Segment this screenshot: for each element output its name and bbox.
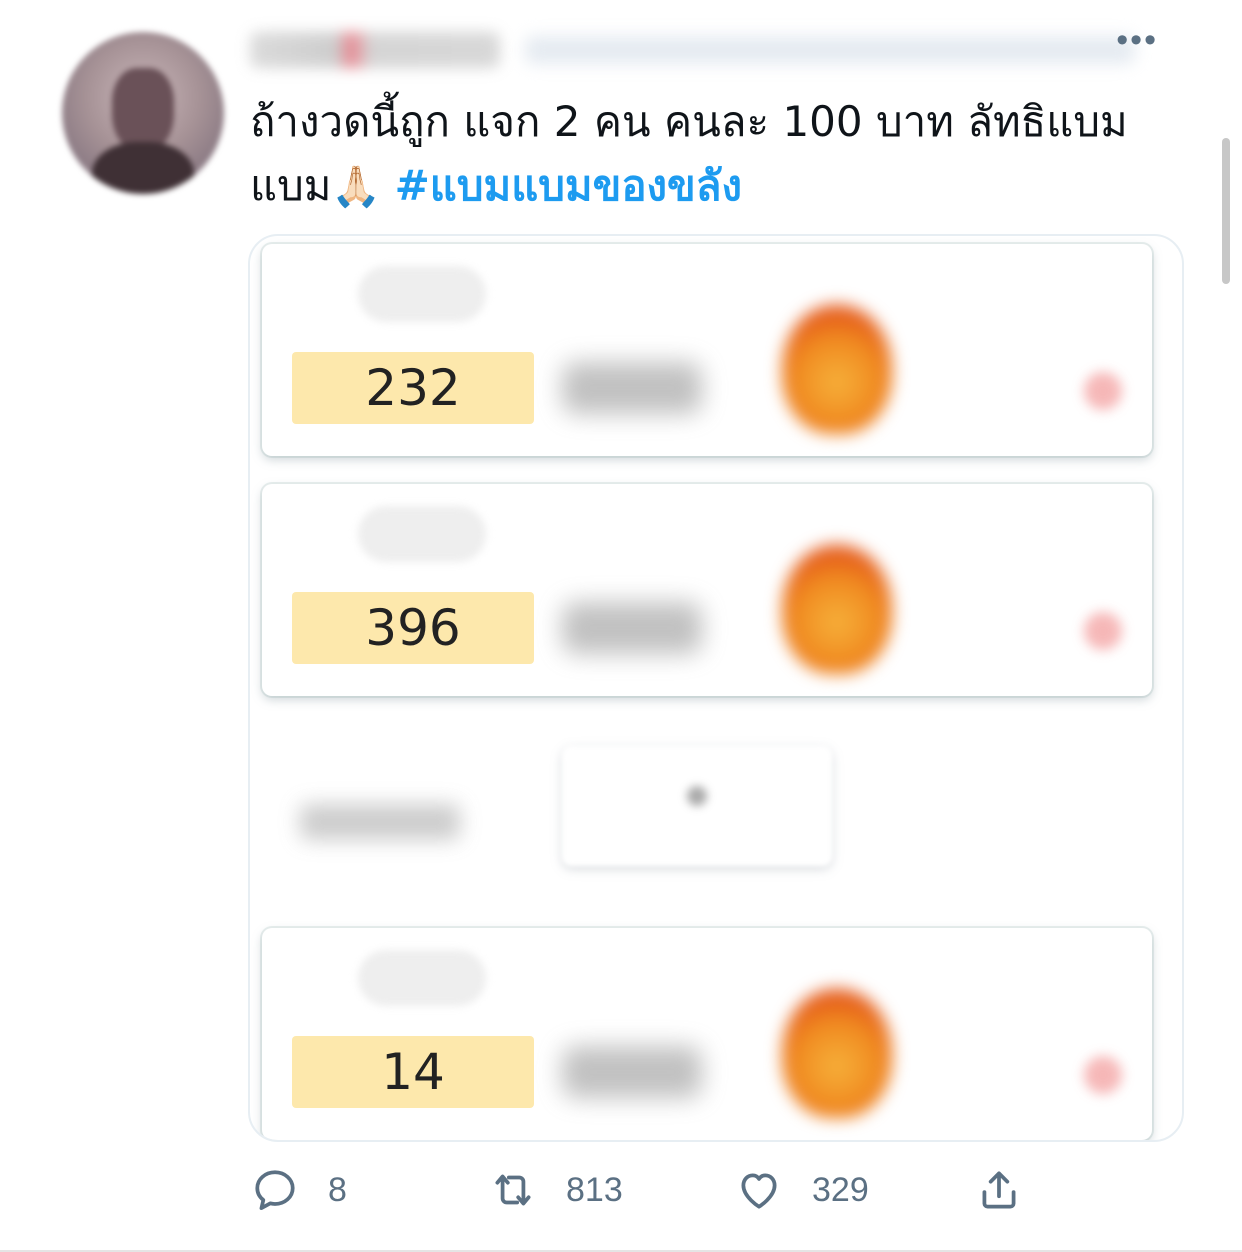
delete-icon-blurred — [1084, 612, 1122, 650]
like-count: 329 — [812, 1170, 869, 1209]
label-blurred — [300, 804, 460, 840]
tweet-text-line-2: แบม🙏🏻 #แบมแบมของขลัง — [250, 154, 1190, 219]
lottery-card: 14 — [262, 928, 1152, 1140]
reply-icon — [255, 1170, 295, 1210]
reply-count: 8 — [328, 1170, 347, 1209]
dropdown-blurred — [562, 746, 832, 866]
pill-blurred — [358, 266, 486, 322]
avatar-body — [92, 142, 194, 194]
price-blurred — [562, 1046, 702, 1098]
more-options-icon[interactable]: ••• — [1116, 23, 1158, 57]
like-button[interactable]: 329 — [734, 1160, 869, 1220]
lottery-number: 14 — [292, 1036, 534, 1108]
retweet-icon — [495, 1174, 531, 1206]
heart-icon — [741, 1173, 777, 1209]
handle-blurred — [525, 36, 1135, 64]
fire-icon — [782, 304, 892, 434]
tweet-text: ถ้างวดนี้ถูก แจก 2 คน คนละ 100 บาท ลัทธิ… — [250, 90, 1190, 219]
display-name-blurred[interactable] — [250, 32, 500, 68]
lottery-number: 396 — [292, 592, 534, 664]
pill-blurred — [358, 950, 486, 1006]
fire-icon — [782, 988, 892, 1118]
tweet-header — [250, 26, 1190, 72]
share-button[interactable] — [974, 1160, 1024, 1220]
avatar-face — [112, 68, 174, 152]
hashtag-link[interactable]: #แบมแบมของขลัง — [395, 161, 742, 210]
reply-button[interactable]: 8 — [250, 1160, 347, 1220]
lottery-number: 232 — [292, 352, 534, 424]
tweet-text-line-1: ถ้างวดนี้ถูก แจก 2 คน คนละ 100 บาท ลัทธิ… — [250, 97, 1128, 146]
pray-emoji: 🙏🏻 — [331, 164, 382, 210]
close-icon-blurred — [687, 786, 707, 806]
scrollbar[interactable] — [1222, 138, 1230, 284]
tweet-actions: 8 813 329 — [250, 1160, 1050, 1220]
retweet-count: 813 — [566, 1170, 623, 1209]
share-icon — [982, 1171, 1016, 1209]
pill-blurred — [358, 506, 486, 562]
blurred-middle-section — [250, 706, 1182, 916]
fire-icon — [782, 544, 892, 674]
lottery-card: 396 — [262, 484, 1152, 696]
retweet-button[interactable]: 813 — [488, 1160, 623, 1220]
media-attachment[interactable]: 232 396 14 — [248, 234, 1184, 1142]
delete-icon-blurred — [1084, 372, 1122, 410]
tweet-text-line-2-prefix: แบม — [250, 161, 332, 210]
avatar[interactable] — [62, 32, 224, 194]
delete-icon-blurred — [1084, 1056, 1122, 1094]
price-blurred — [562, 602, 702, 654]
lottery-card: 232 — [262, 244, 1152, 456]
price-blurred — [562, 362, 702, 414]
